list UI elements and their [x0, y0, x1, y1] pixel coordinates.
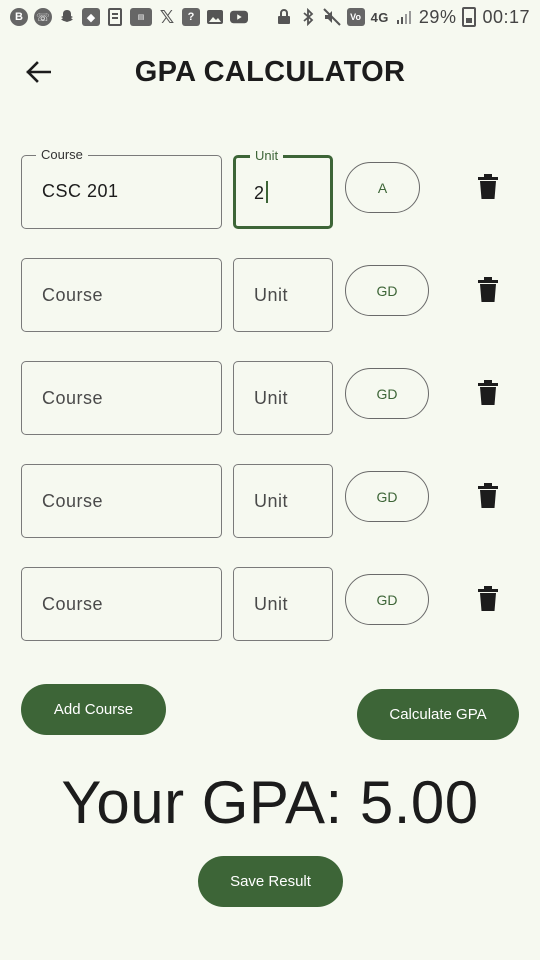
screen: B ☏ ◆ ▤ 𝕏 ? Vo 4G 29% 00:17 GPA CALCULAT… — [0, 0, 540, 960]
unit-placeholder: Unit — [254, 594, 289, 614]
gpa-result: Your GPA: 5.00 — [61, 769, 479, 836]
unit-placeholder: Unit — [254, 491, 289, 511]
course-input[interactable]: Course CSC 201 — [21, 147, 222, 229]
notification-icons: B ☏ ◆ ▤ 𝕏 ? — [10, 6, 248, 27]
course-row: Course Unit GD — [0, 567, 540, 641]
trash-icon — [478, 483, 498, 508]
youtube-icon — [230, 8, 248, 26]
course-input-value: CSC 201 — [42, 181, 119, 201]
system-icons: Vo 4G 29% 00:17 — [275, 7, 530, 28]
document-icon — [106, 8, 124, 26]
course-placeholder: Course — [42, 594, 104, 614]
network-type: 4G — [370, 9, 389, 25]
course-input[interactable]: Course — [21, 361, 222, 435]
save-result-button[interactable]: Save Result — [198, 856, 343, 907]
delete-button[interactable] — [476, 173, 500, 201]
course-placeholder: Course — [42, 388, 104, 408]
course-input-label: Course — [36, 147, 88, 162]
delete-button[interactable] — [476, 379, 500, 407]
unit-input[interactable]: Unit — [233, 567, 333, 641]
page-title: GPA CALCULATOR — [134, 56, 406, 88]
delete-button[interactable] — [476, 482, 500, 510]
unit-placeholder: Unit — [254, 388, 289, 408]
battery-percent: 29% — [418, 6, 457, 27]
unit-input[interactable]: Unit — [233, 258, 333, 332]
gallery-icon — [206, 8, 224, 26]
unit-placeholder: Unit — [254, 285, 289, 305]
grade-button[interactable]: GD — [345, 471, 429, 522]
text-cursor — [265, 181, 268, 203]
grade-button[interactable]: GD — [345, 265, 429, 316]
trash-icon — [478, 277, 498, 302]
delete-button[interactable] — [476, 276, 500, 304]
signal-icon — [395, 8, 413, 26]
add-course-button[interactable]: Add Course — [21, 684, 166, 735]
course-row: Course Unit GD — [0, 361, 540, 435]
course-input[interactable]: Course — [21, 464, 222, 538]
course-row: Course Unit GD — [0, 258, 540, 332]
bluetooth-icon — [299, 8, 317, 26]
unit-input[interactable]: Unit — [233, 464, 333, 538]
delete-button[interactable] — [476, 585, 500, 613]
mute-icon — [322, 8, 341, 26]
whatsapp-icon: ☏ — [34, 8, 52, 26]
bitcoin-icon: B — [10, 8, 28, 26]
x-twitter-icon: 𝕏 — [159, 6, 175, 27]
unit-input[interactable]: Unit 2 — [233, 148, 333, 229]
trash-icon — [478, 380, 498, 405]
course-input[interactable]: Course — [21, 567, 222, 641]
unit-input[interactable]: Unit — [233, 361, 333, 435]
battery-icon — [462, 7, 477, 27]
grade-button[interactable]: GD — [345, 574, 429, 625]
course-row: Course Unit GD — [0, 464, 540, 538]
news-icon: ▤ — [130, 8, 152, 26]
snapchat-icon — [58, 8, 76, 26]
course-placeholder: Course — [42, 285, 104, 305]
course-placeholder: Course — [42, 491, 104, 511]
app-icon: ◆ — [82, 8, 100, 26]
volte-icon: Vo — [346, 8, 365, 26]
lock-icon — [275, 8, 293, 26]
unit-input-label: Unit — [250, 148, 284, 163]
unit-input-text: 2 — [254, 183, 265, 203]
help-icon: ? — [182, 8, 200, 26]
trash-icon — [478, 586, 498, 611]
status-bar: B ☏ ◆ ▤ 𝕏 ? Vo 4G 29% 00:17 — [0, 0, 540, 34]
app-bar: GPA CALCULATOR — [0, 40, 540, 106]
calculate-gpa-button[interactable]: Calculate GPA — [357, 689, 519, 740]
grade-button[interactable]: A — [345, 162, 420, 213]
trash-icon — [478, 174, 498, 199]
grade-button[interactable]: GD — [345, 368, 429, 419]
course-input[interactable]: Course — [21, 258, 222, 332]
unit-input-value: 2 — [254, 181, 268, 204]
course-row: Course CSC 201 Unit 2 A — [0, 147, 540, 229]
clock: 00:17 — [482, 6, 530, 27]
